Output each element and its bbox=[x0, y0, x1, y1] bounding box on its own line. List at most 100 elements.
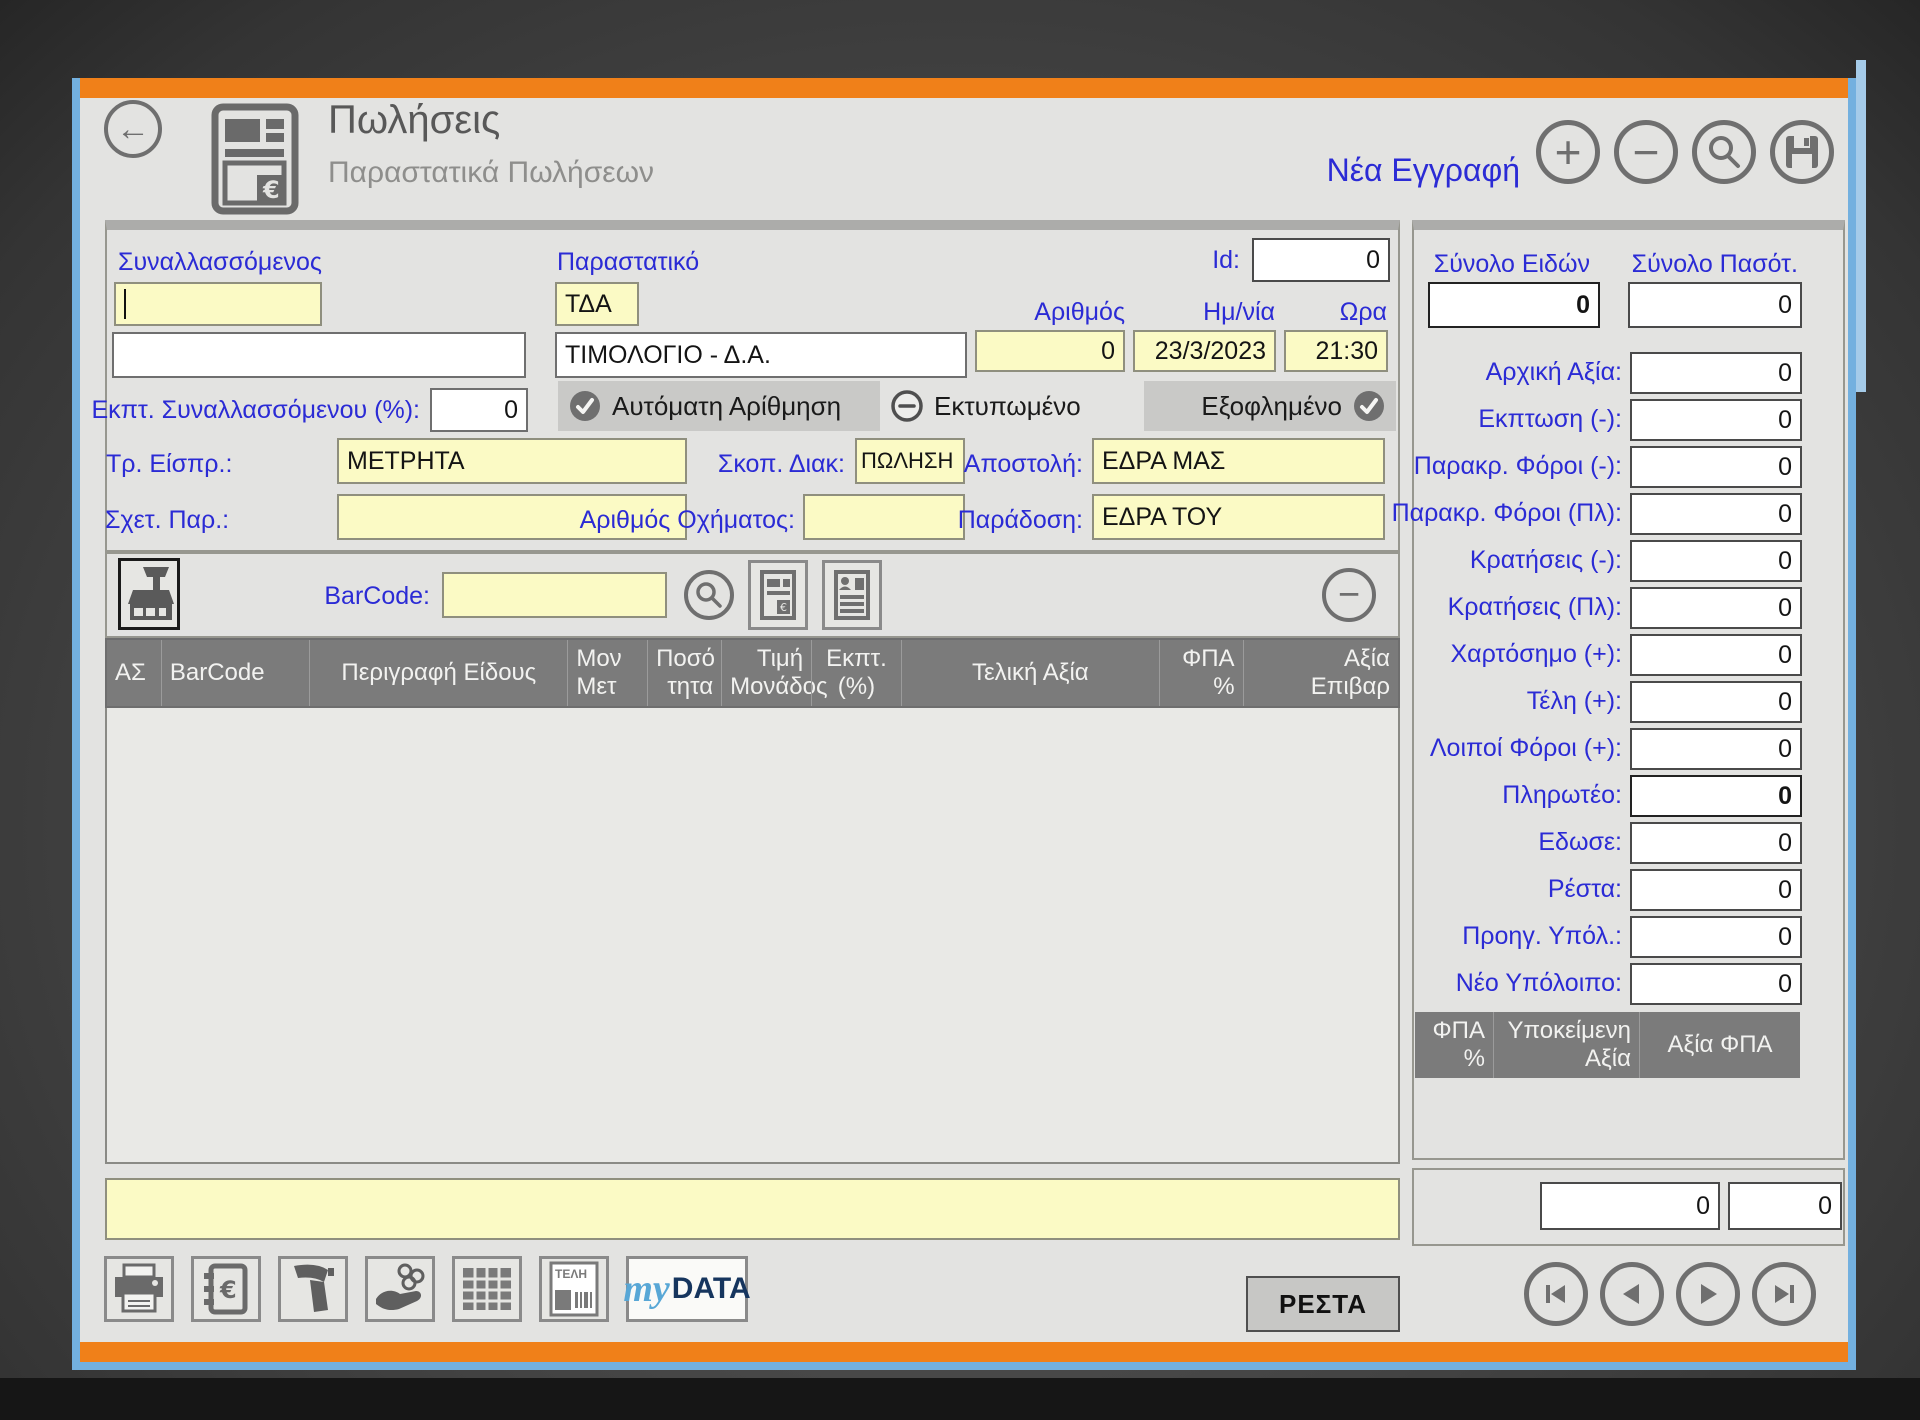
col-header-vat: ΦΠΑ% bbox=[1159, 640, 1243, 706]
col-header-final-value: Τελική Αξία bbox=[901, 640, 1159, 706]
payment-method-input[interactable]: ΜΕΤΡΗΤΑ bbox=[337, 438, 687, 484]
totals-label-withheld-plus: Παρακρ. Φόροι (Πλ): bbox=[1392, 499, 1622, 528]
date-input[interactable]: 23/3/2023 bbox=[1133, 330, 1276, 372]
vat-col-vat-value: Αξία ΦΠΑ bbox=[1639, 1012, 1800, 1078]
barcode-label: BarCode: bbox=[324, 582, 430, 611]
vehicle-number-input[interactable] bbox=[803, 494, 965, 540]
save-record-button[interactable] bbox=[1770, 120, 1834, 184]
payment-method-value: ΜΕΤΡΗΤΑ bbox=[347, 447, 465, 476]
col-header-discount: Εκπτ.(%) bbox=[811, 640, 901, 706]
id-label: Id: bbox=[1212, 246, 1240, 275]
vat-col-net: ΥποκείμενηΑξία bbox=[1493, 1012, 1639, 1078]
totals-field-gave[interactable]: 0 bbox=[1630, 822, 1802, 864]
totals-field-payable[interactable]: 0 bbox=[1630, 775, 1802, 817]
cash-book-icon: € bbox=[201, 1263, 251, 1315]
nav-first-button[interactable] bbox=[1524, 1262, 1588, 1326]
number-input[interactable]: 0 bbox=[975, 330, 1125, 372]
search-record-button[interactable] bbox=[1692, 120, 1756, 184]
fees-button[interactable]: ΤΕΛΗ bbox=[539, 1256, 609, 1322]
time-input[interactable]: 21:30 bbox=[1284, 330, 1388, 372]
window-top-bar bbox=[80, 78, 1848, 98]
vat-grid-header: ΦΠΑ% ΥποκείμενηΑξία Αξία ΦΠΑ bbox=[1415, 1012, 1800, 1078]
counterparty-name-input[interactable] bbox=[112, 332, 526, 378]
nav-prev-button[interactable] bbox=[1600, 1262, 1664, 1326]
total-items-field[interactable]: 0 bbox=[1428, 282, 1600, 328]
vat-footer-vat-field[interactable]: 0 bbox=[1728, 1182, 1842, 1230]
id-value: 0 bbox=[1366, 246, 1380, 275]
barcode-input[interactable] bbox=[442, 572, 667, 618]
check-circle-icon bbox=[1352, 389, 1386, 423]
totals-field-withheld-plus[interactable]: 0 bbox=[1630, 493, 1802, 535]
counterparty-discount-input[interactable]: 0 bbox=[430, 388, 528, 432]
nav-last-button[interactable] bbox=[1752, 1262, 1816, 1326]
totals-field-deductions-minus[interactable]: 0 bbox=[1630, 540, 1802, 582]
delete-record-button[interactable]: − bbox=[1614, 120, 1678, 184]
record-status: Νέα Εγγραφή bbox=[1240, 152, 1520, 189]
delivery-label: Παράδοση: bbox=[958, 506, 1083, 535]
counterparty-label: Συναλλασσόμενος bbox=[118, 248, 322, 277]
search-icon bbox=[1705, 133, 1743, 171]
vat-footer-net-field[interactable]: 0 bbox=[1540, 1182, 1720, 1230]
back-button[interactable]: ← bbox=[104, 100, 162, 158]
print-button[interactable] bbox=[104, 1256, 174, 1322]
scanner-button[interactable] bbox=[278, 1256, 348, 1322]
message-bar bbox=[105, 1178, 1400, 1240]
change-button[interactable]: ΡΕΣΤΑ bbox=[1246, 1276, 1400, 1332]
totals-field-discount[interactable]: 0 bbox=[1630, 399, 1802, 441]
paid-toggle[interactable]: Εξοφλημένο bbox=[1144, 381, 1396, 431]
add-record-button[interactable]: + bbox=[1536, 120, 1600, 184]
page-title: Πωλήσεις bbox=[328, 98, 500, 143]
total-qty-value: 0 bbox=[1778, 291, 1792, 320]
nav-prev-icon bbox=[1617, 1279, 1647, 1309]
totals-field-withheld-minus[interactable]: 0 bbox=[1630, 446, 1802, 488]
mydata-button[interactable]: myDATA bbox=[626, 1256, 748, 1322]
cash-book-button[interactable]: € bbox=[191, 1256, 261, 1322]
items-grid-header: ΑΣ BarCode Περιγραφή Είδους ΜονΜετ Ποσότ… bbox=[105, 638, 1400, 708]
shipping-input[interactable]: ΕΔΡΑ ΜΑΣ bbox=[1092, 438, 1385, 484]
vat-col-percent: ΦΠΑ% bbox=[1415, 1012, 1493, 1078]
barcode-search-button[interactable] bbox=[684, 570, 734, 620]
totals-field-deductions-plus[interactable]: 0 bbox=[1630, 587, 1802, 629]
counterparty-code-input[interactable] bbox=[114, 282, 322, 326]
hand-coins-icon bbox=[372, 1263, 428, 1315]
purpose-input[interactable]: ΠΩΛΗΣΗ bbox=[855, 438, 965, 484]
cash-register-button[interactable] bbox=[118, 558, 180, 630]
auto-numbering-label: Αυτόματη Αρίθμηση bbox=[612, 391, 841, 422]
counterparty-discount-value: 0 bbox=[504, 396, 518, 425]
totals-label-fees: Τέλη (+): bbox=[1527, 687, 1622, 716]
receipt-icon: € bbox=[759, 569, 797, 621]
col-header-unit-price: ΤιμήΜονάδος bbox=[721, 640, 811, 706]
desktop: ← € Πωλήσεις Παραστατικά Πωλήσεων Νέα Εγ… bbox=[0, 0, 1920, 1420]
save-icon bbox=[1783, 133, 1821, 171]
minus-icon: − bbox=[1633, 129, 1660, 175]
totals-label-discount: Εκπτωση (-): bbox=[1478, 405, 1622, 434]
grid-view-button[interactable] bbox=[452, 1256, 522, 1322]
svg-text:€: € bbox=[262, 176, 280, 204]
printed-toggle[interactable]: Εκτυπωμένο bbox=[890, 381, 1081, 431]
totals-field-fees[interactable]: 0 bbox=[1630, 681, 1802, 723]
remove-line-button[interactable]: − bbox=[1322, 568, 1376, 622]
related-doc-label: Σχετ. Παρ.: bbox=[105, 506, 229, 535]
totals-field-new-balance[interactable]: 0 bbox=[1630, 963, 1802, 1005]
document-name-input[interactable]: ΤΙΜΟΛΟΓΙΟ - Δ.Α. bbox=[555, 332, 967, 378]
nav-next-button[interactable] bbox=[1676, 1262, 1740, 1326]
vat-footer-net-value: 0 bbox=[1696, 1192, 1710, 1221]
totals-field-initial-value[interactable]: 0 bbox=[1630, 352, 1802, 394]
total-qty-field[interactable]: 0 bbox=[1628, 282, 1802, 328]
document-type-label: Παραστατικό bbox=[557, 248, 699, 277]
totals-field-other-taxes[interactable]: 0 bbox=[1630, 728, 1802, 770]
item-receipt-button[interactable]: € bbox=[748, 560, 808, 630]
totals-field-change[interactable]: 0 bbox=[1630, 869, 1802, 911]
shipping-value: ΕΔΡΑ ΜΑΣ bbox=[1102, 447, 1225, 476]
payment-button[interactable] bbox=[365, 1256, 435, 1322]
background-window-edge bbox=[1856, 60, 1866, 392]
totals-field-stamp-duty[interactable]: 0 bbox=[1630, 634, 1802, 676]
document-code-input[interactable]: ΤΔΑ bbox=[555, 282, 639, 326]
auto-numbering-toggle[interactable]: Αυτόματη Αρίθμηση bbox=[558, 381, 880, 431]
delivery-input[interactable]: ΕΔΡΑ ΤΟΥ bbox=[1092, 494, 1385, 540]
totals-label-deductions-plus: Κρατήσεις (Πλ): bbox=[1448, 593, 1622, 622]
totals-label-initial-value: Αρχική Αξία: bbox=[1486, 358, 1622, 387]
id-input[interactable]: 0 bbox=[1252, 238, 1390, 282]
totals-field-prev-balance[interactable]: 0 bbox=[1630, 916, 1802, 958]
item-invoice-button[interactable] bbox=[822, 560, 882, 630]
